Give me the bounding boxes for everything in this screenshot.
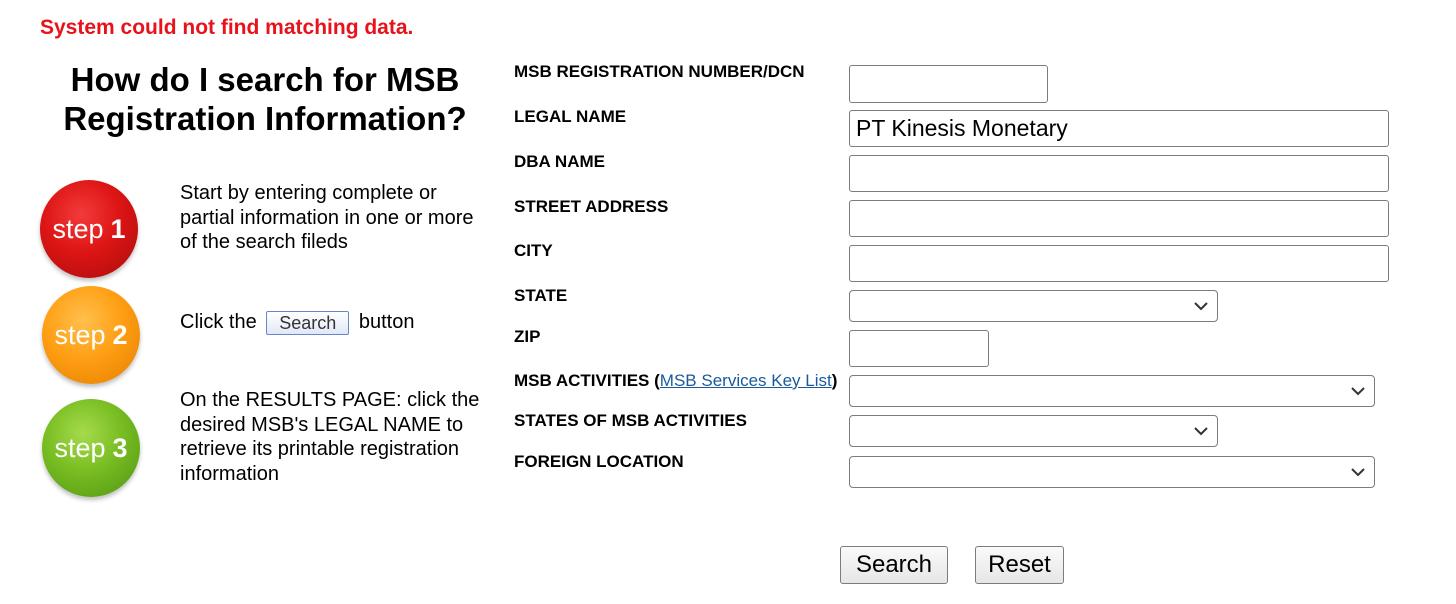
zip-input[interactable] [849,330,989,367]
step-2-text: Click the Search button [180,310,500,335]
step-1-text: Start by entering complete or partial in… [180,182,474,253]
states-of-msb-activities-label: STATES OF MSB ACTIVITIES [514,411,747,430]
dba-name-input[interactable] [849,155,1389,192]
step-3-number: 3 [112,432,128,463]
chevron-down-icon [1194,427,1208,436]
chevron-down-icon [1351,468,1365,477]
step-2-badge: step 2 [42,286,140,384]
msb-activities-link-close: ) [831,371,838,390]
reset-button[interactable]: Reset [975,546,1064,584]
foreign-location-label: FOREIGN LOCATION [514,452,684,471]
msb-activities-select[interactable] [849,375,1375,407]
step-1-number: 1 [110,213,126,244]
search-button[interactable]: Search [840,546,948,584]
dba-name-label: DBA NAME [514,152,605,171]
step-2-text-before: Click the [180,311,257,333]
msb-services-key-list-link[interactable]: MSB Services Key List [660,371,832,390]
legal-name-input[interactable] [849,110,1389,147]
msb-activities-label-text: MSB ACTIVITIES [514,371,650,390]
step-2-text-after: button [358,311,415,333]
step-1-badge: step 1 [40,180,138,278]
chevron-down-icon [1194,302,1208,311]
msb-activities-label: MSB ACTIVITIES (MSB Services Key List) [514,371,837,391]
state-select[interactable] [849,290,1218,322]
states-of-msb-activities-select[interactable] [849,415,1218,447]
error-message: System could not find matching data. [40,16,414,39]
step-1-word: step [52,213,104,244]
foreign-location-select[interactable] [849,456,1375,488]
help-title: How do I search for MSB Registration Inf… [63,61,467,137]
step-2-number: 2 [112,319,128,350]
step-2-word: step [54,319,106,350]
msb-search-page: System could not find matching data. How… [0,0,1456,604]
city-label: CITY [514,241,553,260]
legal-name-label: LEGAL NAME [514,107,627,126]
step-3-word: step [54,432,106,463]
registration-number-input[interactable] [849,65,1048,103]
street-address-label: STREET ADDRESS [514,197,669,216]
city-input[interactable] [849,245,1389,282]
zip-label: ZIP [514,327,541,346]
step-3-text: On the RESULTS PAGE: click the desired M… [180,389,480,485]
chevron-down-icon [1351,387,1365,396]
step-3-badge: step 3 [42,399,140,497]
step-2-search-button-image: Search [266,310,350,335]
street-address-input[interactable] [849,200,1389,237]
registration-number-label: MSB REGISTRATION NUMBER/DCN [514,62,805,81]
state-label: STATE [514,286,568,305]
